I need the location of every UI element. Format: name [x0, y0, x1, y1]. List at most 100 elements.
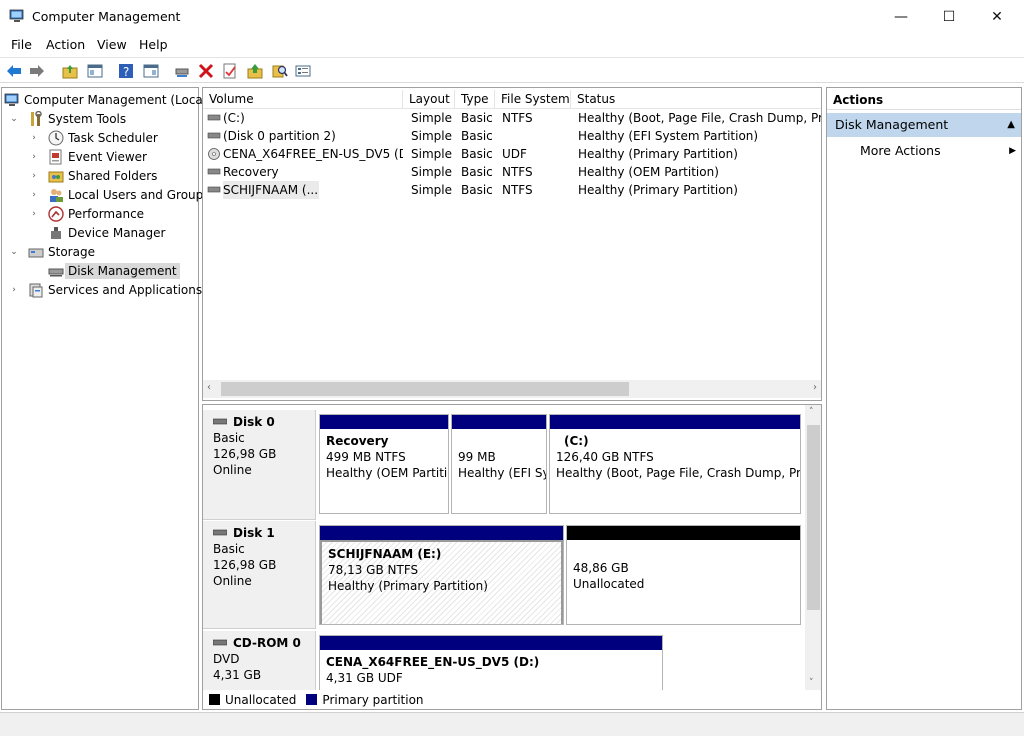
- chevron-right-icon[interactable]: ›: [28, 133, 40, 143]
- chevron-right-icon[interactable]: ›: [28, 209, 40, 219]
- volume-status: Healthy (OEM Partition): [578, 165, 719, 179]
- up-folder-button[interactable]: [61, 62, 79, 80]
- partition-title: Recovery: [326, 434, 389, 448]
- tree-item-event-viewer[interactable]: › Event Viewer: [28, 147, 147, 166]
- volume-status: Healthy (Boot, Page File, Crash Dump, Pr…: [578, 111, 822, 125]
- disk-icon: [213, 418, 227, 425]
- tree-label: Shared Folders: [68, 168, 158, 183]
- disk-state: Online: [213, 463, 252, 477]
- disk-connect-icon: [175, 68, 189, 77]
- back-button[interactable]: [5, 62, 23, 80]
- menu-file[interactable]: File: [11, 37, 32, 52]
- disk-info[interactable]: CD-ROM 0 DVD 4,31 GB: [203, 631, 316, 691]
- menu-help[interactable]: Help: [139, 37, 168, 52]
- device-manager-icon: [48, 225, 64, 241]
- services-icon: [28, 282, 44, 298]
- checklist-icon: [223, 63, 236, 79]
- maximize-button[interactable]: ☐: [926, 0, 972, 33]
- volume-name: CENA_X64FREE_EN-US_DV5 (D:): [223, 147, 403, 161]
- tree-item-device-manager[interactable]: Device Manager: [40, 223, 165, 242]
- scroll-right-icon[interactable]: ›: [813, 382, 817, 393]
- arrow-left-icon: [7, 65, 21, 77]
- partition-efi[interactable]: 99 MB Healthy (EFI Sy: [451, 414, 547, 514]
- actions-section-disk-management[interactable]: Disk Management ▲: [827, 113, 1021, 137]
- column-header-status[interactable]: Status: [571, 90, 821, 109]
- tree-item-shared-folders[interactable]: › Shared Folders: [28, 166, 157, 185]
- column-header-volume[interactable]: Volume: [203, 90, 403, 109]
- toolbar: ?: [0, 57, 1024, 83]
- forward-button[interactable]: [28, 62, 46, 80]
- tree-label: Storage: [48, 244, 95, 259]
- tree-item-storage[interactable]: ⌄ Storage: [8, 242, 95, 261]
- volume-type: Basic: [461, 129, 493, 143]
- menu-view[interactable]: View: [97, 37, 127, 52]
- scroll-thumb[interactable]: [221, 382, 629, 396]
- partition-recovery[interactable]: Recovery 499 MB NTFS Healthy (OEM Partit…: [319, 414, 449, 514]
- export-button[interactable]: [246, 62, 264, 80]
- chevron-right-icon[interactable]: ›: [8, 285, 20, 295]
- console-tree-icon: [87, 64, 103, 78]
- more-actions-item[interactable]: More Actions ▶: [860, 142, 1018, 160]
- tree-item-computer-management[interactable]: Computer Management (Local): [4, 90, 211, 109]
- partition-status: Unallocated: [573, 577, 645, 591]
- details-button[interactable]: [294, 62, 312, 80]
- partition-schijfnaam[interactable]: SCHIJFNAAM (E:) 78,13 GB NTFS Healthy (P…: [319, 525, 564, 625]
- column-header-type[interactable]: Type: [455, 90, 495, 109]
- volume-row[interactable]: (Disk 0 partition 2) Simple Basic Health…: [203, 127, 821, 145]
- tree-item-performance[interactable]: › Performance: [28, 204, 144, 223]
- chevron-right-icon[interactable]: ›: [28, 152, 40, 162]
- connect-button[interactable]: [173, 62, 191, 80]
- search-button[interactable]: [271, 62, 289, 80]
- volume-name: Recovery: [223, 165, 279, 179]
- disk-size: 126,98 GB: [213, 558, 277, 572]
- volume-layout: Simple: [411, 183, 452, 197]
- vertical-scrollbar[interactable]: ˄ ˅: [805, 405, 821, 690]
- scroll-up-icon[interactable]: ˄: [809, 407, 814, 417]
- properties-pane-button[interactable]: [142, 62, 160, 80]
- volume-row[interactable]: (C:) Simple Basic NTFS Healthy (Boot, Pa…: [203, 109, 822, 127]
- menu-action[interactable]: Action: [46, 37, 85, 52]
- scroll-left-icon[interactable]: ‹: [207, 382, 211, 393]
- details-list-icon: [295, 65, 311, 77]
- help-button[interactable]: ?: [117, 62, 135, 80]
- partition-bar: [320, 415, 448, 429]
- partition-size: 48,86 GB: [573, 561, 629, 575]
- volume-row[interactable]: SCHIJFNAAM (... Simple Basic NTFS Health…: [203, 181, 821, 199]
- volume-row[interactable]: Recovery Simple Basic NTFS Healthy (OEM …: [203, 163, 821, 181]
- partition-title: (C:): [564, 434, 589, 448]
- column-header-file-system[interactable]: File System: [495, 90, 571, 109]
- volume-status: Healthy (Primary Partition): [578, 183, 738, 197]
- close-button[interactable]: ✕: [974, 0, 1020, 33]
- tree-label: Local Users and Groups: [68, 187, 210, 202]
- show-hide-tree-button[interactable]: [86, 62, 104, 80]
- horizontal-scrollbar[interactable]: ‹ ›: [203, 380, 821, 398]
- volume-layout: Simple: [411, 147, 452, 161]
- chevron-right-icon[interactable]: ›: [28, 171, 40, 181]
- partition-c[interactable]: (C:) 126,40 GB NTFS Healthy (Boot, Page …: [549, 414, 801, 514]
- partition-bar: [550, 415, 800, 429]
- minimize-button[interactable]: —: [878, 0, 924, 33]
- actions-header: Actions: [827, 90, 1021, 110]
- tree-item-task-scheduler[interactable]: › Task Scheduler: [28, 128, 158, 147]
- chevron-down-icon[interactable]: ⌄: [8, 247, 20, 257]
- delete-button[interactable]: [197, 62, 215, 80]
- partition-size: 499 MB NTFS: [326, 450, 406, 464]
- disk-info[interactable]: Disk 0 Basic 126,98 GB Online: [203, 410, 316, 520]
- chevron-down-icon[interactable]: ⌄: [8, 114, 20, 124]
- tree-item-local-users[interactable]: › Local Users and Groups: [28, 185, 210, 204]
- partition-cena-dvd[interactable]: CENA_X64FREE_EN-US_DV5 (D:) 4,31 GB UDF: [319, 635, 663, 695]
- column-header-layout[interactable]: Layout: [403, 90, 455, 109]
- chevron-right-icon[interactable]: ›: [28, 190, 40, 200]
- tree-item-disk-management[interactable]: Disk Management: [40, 261, 180, 280]
- check-button[interactable]: [221, 62, 239, 80]
- search-icon: [272, 65, 288, 78]
- tree-item-system-tools[interactable]: ⌄ System Tools: [8, 109, 126, 128]
- scroll-down-icon[interactable]: ˅: [809, 678, 814, 688]
- partition-unallocated[interactable]: 48,86 GB Unallocated: [566, 525, 801, 625]
- disk-info[interactable]: Disk 1 Basic 126,98 GB Online: [203, 521, 316, 629]
- volume-row[interactable]: CENA_X64FREE_EN-US_DV5 (D:) Simple Basic…: [203, 145, 821, 163]
- collapse-up-icon[interactable]: ▲: [1007, 113, 1015, 137]
- tree-item-services[interactable]: › Services and Applications: [8, 280, 202, 299]
- scroll-thumb[interactable]: [807, 425, 820, 610]
- tools-icon: [28, 110, 44, 127]
